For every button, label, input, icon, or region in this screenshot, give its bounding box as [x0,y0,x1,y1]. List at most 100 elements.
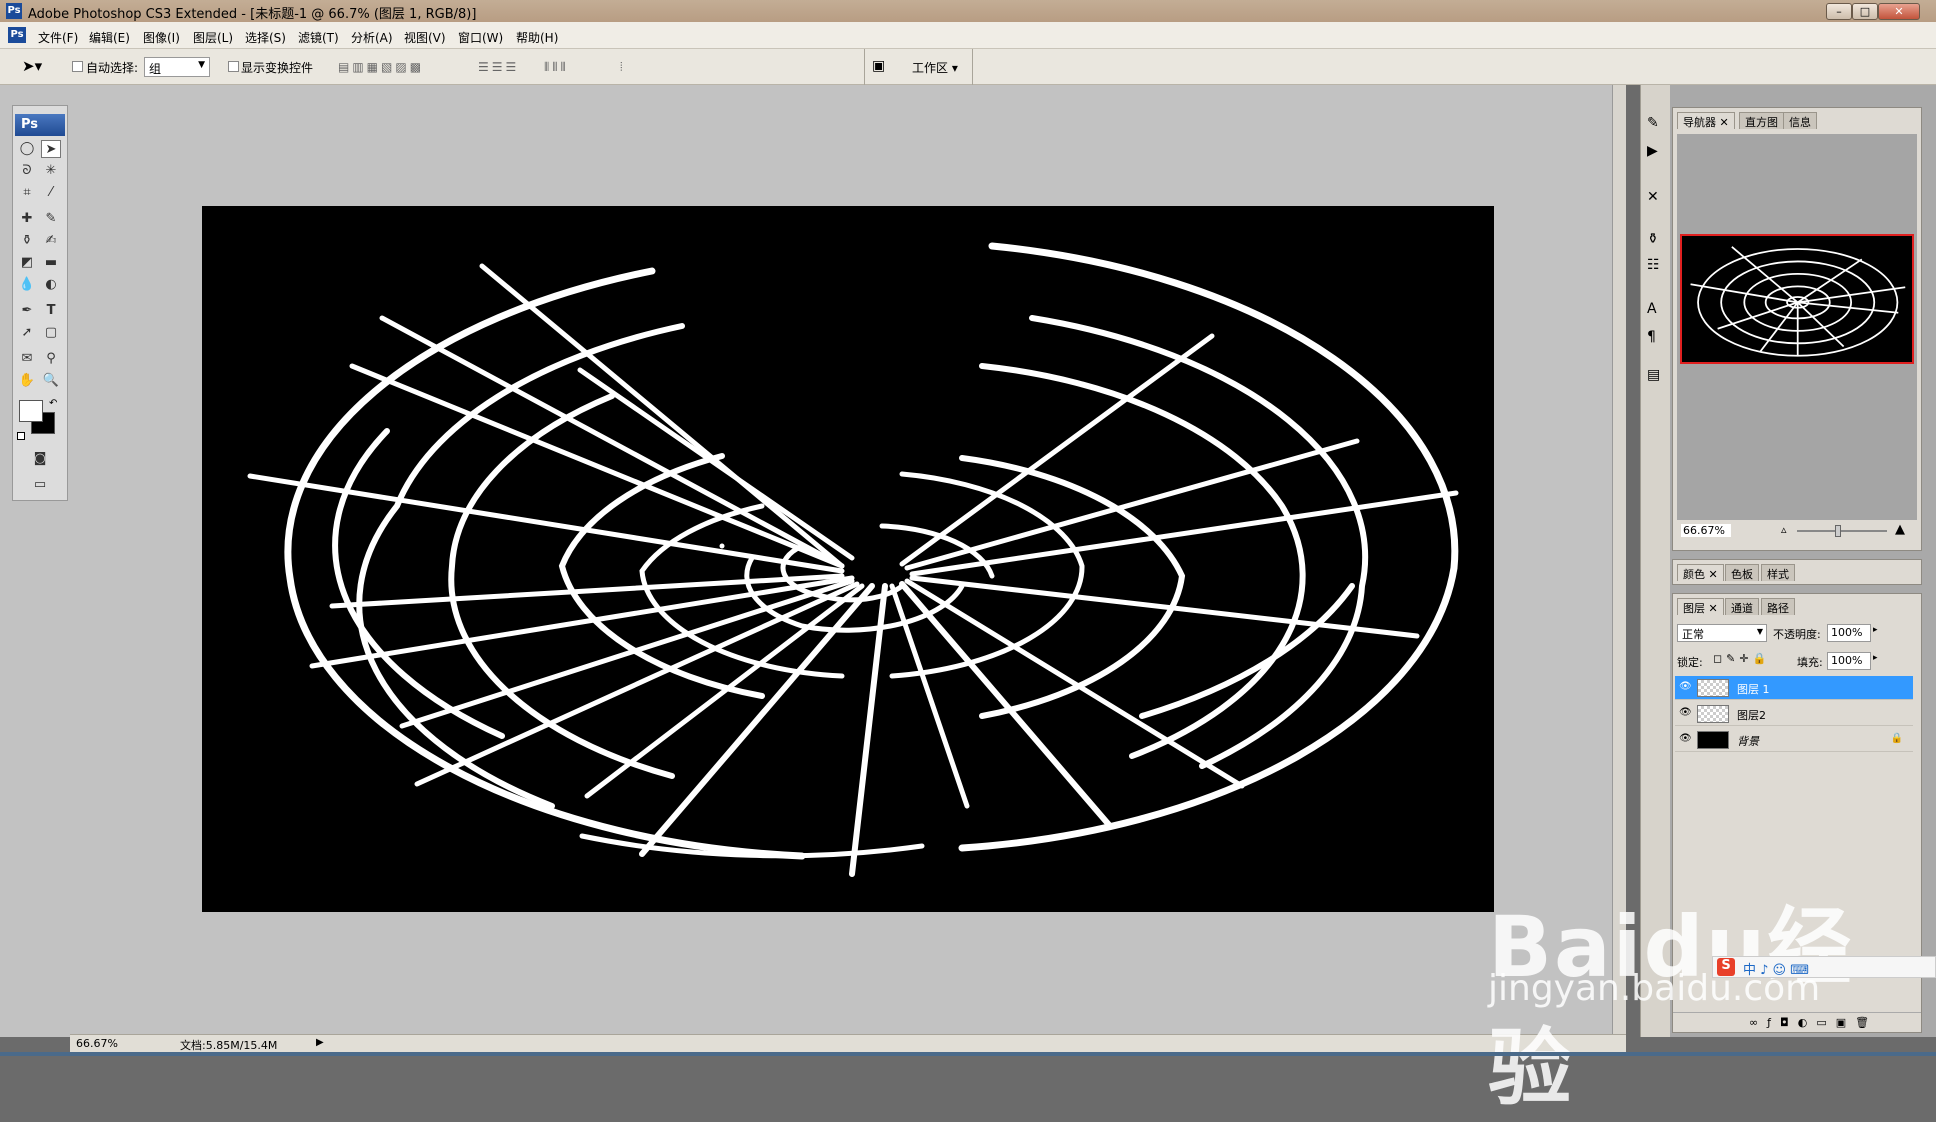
history-brush-icon[interactable]: ✍ [41,232,61,250]
fill-field[interactable]: 100% [1827,652,1871,670]
status-doc-size: 文档:5.85M/15.4M [180,1039,278,1052]
visibility-eye-icon[interactable]: 👁 [1679,707,1692,719]
screen-mode-icon[interactable]: ▭ [30,476,50,494]
move-tool-preset-icon[interactable]: ➤▾ [22,57,42,75]
visibility-eye-icon[interactable]: 👁 [1679,733,1692,745]
menu-file[interactable]: 文件(F) [38,29,78,46]
slice-icon[interactable]: ⁄ [41,184,61,202]
menu-layer[interactable]: 图层(L) [193,29,233,46]
visibility-eye-icon[interactable]: 👁 [1679,681,1692,693]
options-bar: ➤▾ 自动选择: 组 ▼ 显示变换控件 ▤▥▦▧▨▩ ☰☰☰ ⦀⦀⦀ ⦙ ▣ 工… [0,49,1936,85]
gradient-icon[interactable]: ▬ [41,254,61,272]
auto-select-checkbox[interactable] [72,61,83,72]
show-transform-checkbox[interactable] [228,61,239,72]
navigator-zoom-slider[interactable] [1797,530,1887,532]
menu-analysis[interactable]: 分析(A) [351,29,393,46]
layer-row[interactable]: 👁 背景 🔒 [1675,728,1913,752]
actions-panel-icon[interactable]: ▶ [1647,143,1658,159]
notes-icon[interactable]: ✉ [17,350,37,368]
clone-source-icon[interactable]: ⚱ [1647,231,1659,247]
eyedropper-icon[interactable]: ⚲ [41,350,61,368]
move-icon[interactable]: ➤ [41,140,61,158]
tab-histogram[interactable]: 直方图 [1739,112,1784,129]
zoom-icon[interactable]: 🔍 [41,372,61,390]
opacity-field[interactable]: 100% [1827,624,1871,642]
auto-align-icon[interactable]: ⦙ [620,60,626,74]
tab-color[interactable]: 颜色 ✕ [1677,564,1724,581]
auto-select-dropdown[interactable]: 组 ▼ [144,57,210,77]
eraser-icon[interactable]: ◩ [17,254,37,272]
tab-swatches[interactable]: 色板 [1725,564,1759,581]
stamp-icon[interactable]: ⚱ [17,232,37,250]
lasso-icon[interactable]: ᘐ [17,162,37,180]
navigator-view-box[interactable] [1680,234,1914,364]
lock-icon: 🔒 [1890,733,1903,744]
auto-select-value: 组 [149,62,162,76]
blur-icon[interactable]: 💧 [17,276,37,294]
tab-channels[interactable]: 通道 [1725,598,1759,615]
pen-icon[interactable]: ✒ [17,302,37,320]
status-menu-arrow-icon[interactable]: ▶ [316,1037,324,1048]
opacity-arrow-icon[interactable]: ▸ [1873,625,1878,635]
lock-icons[interactable]: ◻✎✛🔒 [1713,652,1770,665]
hand-icon[interactable]: ✋ [17,372,37,390]
navigator-zoom-field[interactable]: 66.67% [1681,524,1731,537]
layer-thumbnail [1697,679,1729,697]
menu-window[interactable]: 窗口(W) [458,29,503,46]
layer-comps-icon[interactable]: ▤ [1647,367,1660,383]
navigator-slider-handle[interactable] [1835,525,1841,537]
navigator-footer: 66.67% ▵ ▲ [1677,520,1917,542]
zoom-out-icon[interactable]: ▵ [1781,523,1787,536]
window-title: Adobe Photoshop CS3 Extended - [未标题-1 @ … [28,7,477,22]
menu-image[interactable]: 图像(I) [143,29,180,46]
menu-view[interactable]: 视图(V) [404,29,446,46]
quick-mask-icon[interactable]: ◙ [30,450,50,468]
menu-help[interactable]: 帮助(H) [516,29,558,46]
healing-icon[interactable]: ✚ [17,210,37,228]
menu-edit[interactable]: 编辑(E) [89,29,130,46]
tab-info[interactable]: 信息 [1783,112,1817,129]
maximize-button[interactable]: □ [1852,3,1878,20]
distribute-vertical-icons[interactable]: ☰☰☰ [478,60,519,74]
tab-styles[interactable]: 样式 [1761,564,1795,581]
crop-icon[interactable]: ⌗ [17,184,37,202]
bridge-icon[interactable]: ▣ [872,58,885,74]
foreground-color-swatch[interactable] [19,400,43,422]
menu-app-icon[interactable]: Ps [8,27,26,43]
swap-colors-icon[interactable]: ↶ [49,398,57,409]
history-icon[interactable]: ☷ [1647,257,1660,273]
zoom-in-icon[interactable]: ▲ [1895,522,1905,537]
paragraph-icon[interactable]: ¶ [1647,329,1656,345]
tab-navigator[interactable]: 导航器 ✕ [1677,112,1735,129]
path-select-icon[interactable]: ➚ [17,324,37,342]
ime-toolbar[interactable]: S 中 ♪ ☺ ⌨ [1712,956,1936,978]
layer-row[interactable]: 👁 图层2 [1675,702,1913,726]
shape-icon[interactable]: ▢ [41,324,61,342]
taskbar [0,1052,1936,1056]
tool-presets-icon[interactable]: ✕ [1647,189,1659,205]
marquee-icon[interactable]: ◯ [17,140,37,158]
menu-filter[interactable]: 滤镜(T) [298,29,339,46]
tab-layers[interactable]: 图层 ✕ [1677,598,1724,615]
menu-select[interactable]: 选择(S) [245,29,286,46]
character-icon[interactable]: A [1647,301,1657,317]
document-canvas[interactable] [202,206,1494,912]
fill-arrow-icon[interactable]: ▸ [1873,653,1878,663]
magic-wand-icon[interactable]: ✳ [41,162,61,180]
type-icon[interactable]: T [41,302,61,320]
default-colors-icon[interactable] [17,432,25,440]
workspace-dropdown[interactable]: 工作区 ▾ [912,59,958,76]
layer-row[interactable]: 👁 图层 1 [1675,676,1913,700]
dodge-icon[interactable]: ◐ [41,276,61,294]
distribute-horizontal-icons[interactable]: ⦀⦀⦀ [544,60,569,74]
close-button[interactable]: ✕ [1878,3,1920,20]
brush-icon[interactable]: ✎ [41,210,61,228]
minimize-button[interactable]: – [1826,3,1852,20]
status-zoom[interactable]: 66.67% [76,1037,118,1050]
blend-mode-dropdown[interactable]: 正常 ▼ [1677,624,1767,642]
layer-name: 图层 1 [1737,683,1770,696]
brushes-panel-icon[interactable]: ✎ [1647,115,1659,131]
tab-paths[interactable]: 路径 [1761,598,1795,615]
align-icons[interactable]: ▤▥▦▧▨▩ [338,60,424,74]
title-bar: Ps Adobe Photoshop CS3 Extended - [未标题-1… [0,0,1936,22]
